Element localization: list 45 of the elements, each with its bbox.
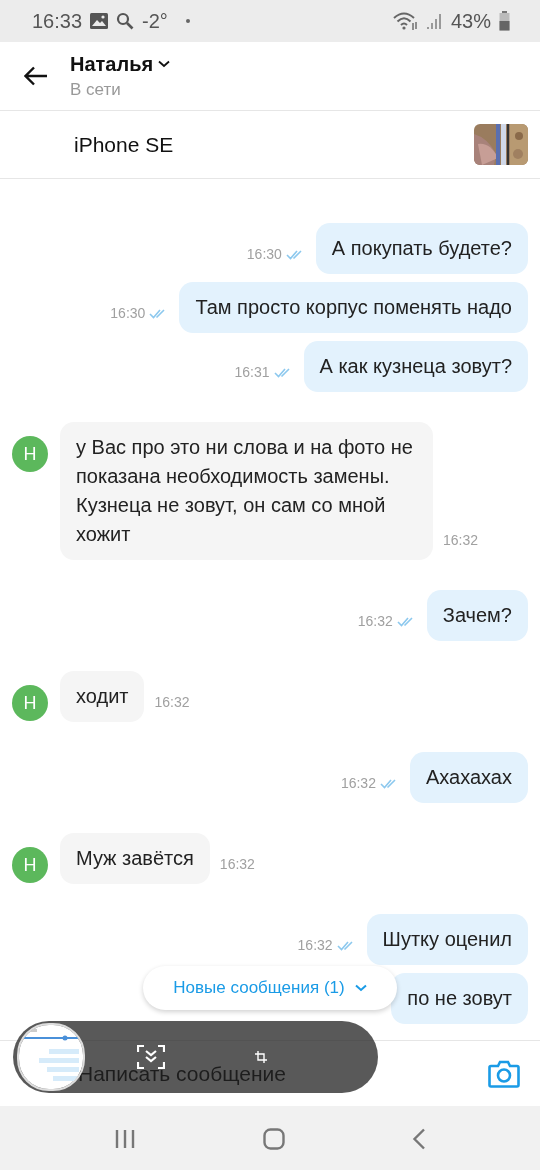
image-icon <box>90 13 109 29</box>
message-time: 16:30 <box>110 305 146 321</box>
message-time: 16:32 <box>357 613 393 629</box>
search-icon <box>116 12 135 30</box>
back-icon[interactable] <box>412 1127 427 1150</box>
message-time: 16:32 <box>219 856 255 872</box>
battery-icon <box>499 11 510 31</box>
temperature: -2° <box>142 9 168 33</box>
message-time: 16:30 <box>246 246 282 262</box>
avatar[interactable]: Н <box>12 436 48 472</box>
avatar[interactable]: Н <box>12 847 48 883</box>
online-status: В сети <box>70 79 122 100</box>
wifi-icon <box>392 11 419 31</box>
chevron-down-icon[interactable] <box>158 60 171 68</box>
avatar[interactable]: Н <box>12 685 48 721</box>
message-time: 16:31 <box>234 364 270 380</box>
outgoing-message: А как кузнеца зовут? <box>303 341 528 392</box>
message-input[interactable]: Написать сообщение <box>78 1061 488 1086</box>
message-time: 16:32 <box>154 694 190 710</box>
outgoing-message: Шутку оценил <box>366 914 528 965</box>
outgoing-message: Зачем? <box>426 590 528 641</box>
chevron-down-icon <box>354 984 367 992</box>
signal-icon <box>426 12 443 30</box>
scroll-capture-icon[interactable] <box>137 1045 165 1069</box>
crop-icon[interactable] <box>255 1051 267 1063</box>
recent-apps-icon[interactable] <box>113 1128 136 1149</box>
home-icon[interactable] <box>263 1127 285 1150</box>
incoming-message: Муж завётся <box>60 833 210 884</box>
outgoing-message: Ахахахах <box>409 752 528 803</box>
contact-name[interactable]: Наталья <box>70 52 154 76</box>
back-arrow-icon[interactable] <box>24 66 48 86</box>
incoming-message: ходит <box>60 671 145 722</box>
outgoing-message: Там просто корпус поменять надо <box>179 282 528 333</box>
message-time: 16:32 <box>340 775 376 791</box>
incoming-message: у Вас про это ни слова и на фото не показана необходимость замены. Кузнеца не зовут, он сам со мной хожит <box>60 422 433 560</box>
camera-icon[interactable] <box>488 1059 520 1088</box>
clock-time: 16:33 <box>32 9 83 33</box>
outgoing-message: по не зовут <box>391 973 528 1024</box>
message-time: 16:32 <box>297 937 333 953</box>
new-messages-button[interactable]: Новые сообщения (1) <box>143 966 397 1010</box>
message-time: 16:32 <box>443 532 479 548</box>
outgoing-message: А покупать будете? <box>315 223 528 274</box>
notification-dot-icon <box>185 19 190 23</box>
battery-percent: 43% <box>450 9 491 33</box>
listing-title[interactable]: iPhone SE <box>74 132 474 157</box>
